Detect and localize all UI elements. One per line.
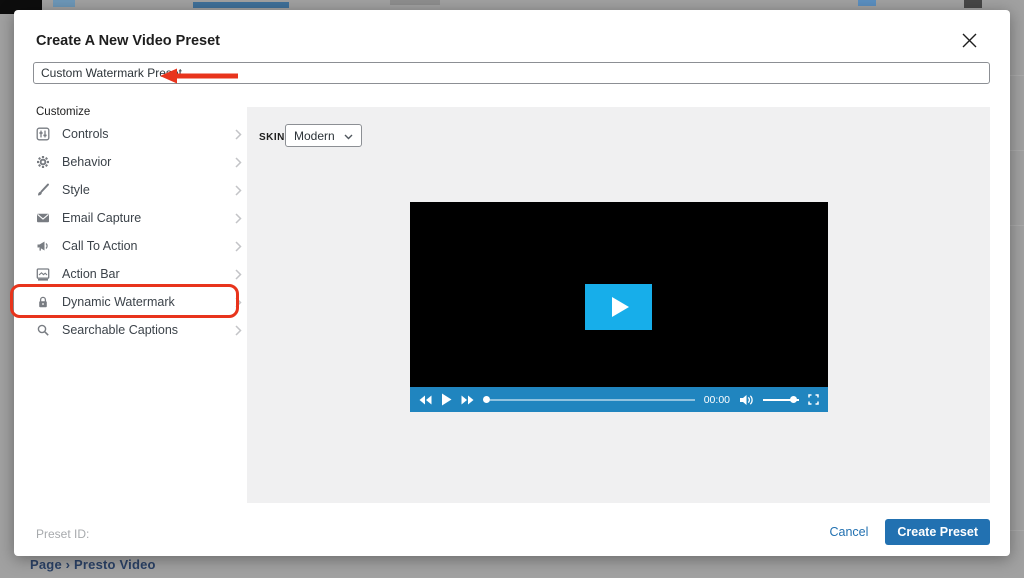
preview-panel: SKIN Modern 00:00	[247, 107, 990, 503]
sidebar-item-searchable-captions[interactable]: Searchable Captions	[36, 316, 242, 344]
sidebar-item-label: Email Capture	[62, 211, 142, 225]
sidebar-item-call-to-action[interactable]: Call To Action	[36, 232, 242, 260]
fast-forward-icon	[461, 395, 474, 404]
chevron-right-icon	[235, 212, 242, 224]
sidebar-item-label: Style	[62, 183, 90, 197]
background-element	[858, 0, 876, 6]
mute-button[interactable]	[739, 394, 754, 406]
background-table-line	[1010, 530, 1024, 531]
player-control-bar: 00:00	[410, 387, 828, 412]
close-icon	[961, 32, 978, 52]
megaphone-icon	[36, 239, 52, 254]
breadcrumb: Page › Presto Video	[30, 557, 156, 572]
customize-sidebar: Controls Behavior Style Email Capture Ca…	[36, 120, 242, 344]
skin-select[interactable]: Modern	[285, 124, 362, 147]
cancel-button[interactable]: Cancel	[829, 525, 868, 539]
volume-slider[interactable]	[763, 396, 799, 403]
sidebar-item-label: Dynamic Watermark	[62, 295, 175, 309]
action-bar-icon	[36, 267, 52, 282]
sidebar-item-label: Behavior	[62, 155, 112, 169]
sidebar-item-action-bar[interactable]: Action Bar	[36, 260, 242, 288]
play-icon	[612, 297, 629, 317]
preset-name-input[interactable]	[33, 62, 990, 84]
chevron-right-icon	[235, 156, 242, 168]
close-button[interactable]	[956, 29, 982, 55]
sidebar-item-label: Searchable Captions	[62, 323, 179, 337]
chevron-right-icon	[235, 324, 242, 336]
sidebar-item-style[interactable]: Style	[36, 176, 242, 204]
gear-icon	[36, 155, 52, 170]
background-table-line	[1010, 150, 1024, 151]
page-title: Create A New Video Preset	[36, 33, 221, 49]
chevron-down-icon	[344, 129, 353, 143]
background-element	[964, 0, 982, 8]
background-table-line	[1010, 225, 1024, 226]
sidebar-heading: Customize	[36, 106, 91, 118]
sidebar-item-dynamic-watermark[interactable]: Dynamic Watermark	[36, 288, 242, 316]
progress-track	[490, 398, 695, 401]
skin-label: SKIN	[259, 132, 285, 143]
big-play-button[interactable]	[585, 284, 652, 330]
sidebar-item-label: Action Bar	[62, 267, 120, 281]
fast-forward-button[interactable]	[461, 395, 474, 405]
chevron-right-icon	[235, 296, 242, 308]
volume-icon	[740, 394, 753, 405]
controls-icon	[36, 127, 52, 142]
create-preset-modal: Create A New Video Preset Customize Cont…	[10, 10, 1010, 556]
sidebar-item-controls[interactable]: Controls	[36, 120, 242, 148]
search-icon	[36, 323, 52, 338]
chevron-right-icon	[235, 240, 242, 252]
sidebar-item-label: Call To Action	[62, 239, 138, 253]
background-table-line	[1010, 75, 1024, 76]
play-icon	[442, 393, 452, 406]
play-button[interactable]	[441, 393, 452, 406]
volume-handle[interactable]	[790, 396, 797, 403]
video-area[interactable]	[410, 202, 828, 387]
background-button-edge	[193, 2, 289, 8]
time-display: 00:00	[703, 393, 730, 406]
fullscreen-icon	[808, 394, 819, 405]
skin-select-value: Modern	[294, 128, 335, 143]
sidebar-item-label: Controls	[62, 127, 109, 141]
rewind-button[interactable]	[419, 395, 432, 405]
background-element	[390, 0, 440, 5]
background-element	[53, 0, 75, 7]
brush-icon	[36, 183, 52, 198]
progress-scrubber[interactable]	[483, 396, 490, 403]
fullscreen-button[interactable]	[808, 394, 819, 405]
sidebar-item-behavior[interactable]: Behavior	[36, 148, 242, 176]
chevron-right-icon	[235, 184, 242, 196]
envelope-icon	[36, 211, 52, 226]
progress-bar[interactable]	[483, 396, 695, 403]
lock-icon	[36, 295, 52, 310]
rewind-icon	[419, 395, 432, 404]
preset-id-label: Preset ID:	[36, 527, 90, 541]
sidebar-item-email-capture[interactable]: Email Capture	[36, 204, 242, 232]
footer-actions: Cancel Create Preset	[829, 519, 990, 545]
video-player-preview: 00:00	[410, 202, 828, 412]
chevron-right-icon	[235, 128, 242, 140]
create-preset-button[interactable]: Create Preset	[885, 519, 990, 545]
chevron-right-icon	[235, 268, 242, 280]
